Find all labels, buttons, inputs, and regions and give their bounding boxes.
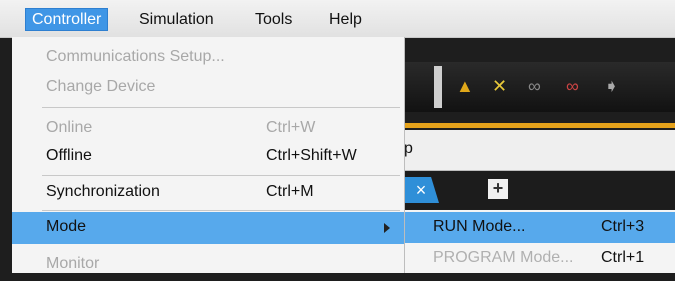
menu-item-change-device[interactable]: Change Device [12, 72, 404, 104]
menu-item-label: Offline [46, 147, 92, 164]
menu-item-shortcut: Ctrl+1 [601, 249, 645, 266]
menu-item-shortcut: Ctrl+Shift+W [266, 147, 357, 164]
tab-strip: × + [400, 171, 675, 209]
menu-bar: Controller Simulation Tools Help [0, 0, 675, 38]
menu-item-label: RUN Mode... [433, 218, 526, 235]
menu-item-label: Change Device [46, 78, 156, 95]
menu-separator [42, 210, 400, 211]
menu-item-shortcut: Ctrl+3 [601, 218, 645, 235]
menu-controller[interactable]: Controller [25, 8, 109, 31]
glasses-icon[interactable]: ∞ [528, 76, 541, 97]
menu-help[interactable]: Help [323, 8, 368, 31]
panel-header: p [400, 130, 675, 171]
step-icon[interactable]: ➧ [604, 76, 619, 97]
warning-icon[interactable]: ▲ [456, 76, 474, 97]
glasses-error-icon[interactable]: ∞ [566, 76, 579, 97]
add-tab-icon[interactable]: + [488, 179, 508, 199]
menu-item-run-mode[interactable]: RUN Mode... Ctrl+3 [405, 212, 675, 243]
menu-item-shortcut: Ctrl+M [266, 183, 314, 200]
menu-item-synchronization[interactable]: Synchronization Ctrl+M [12, 177, 404, 209]
menu-separator [42, 175, 400, 176]
menu-item-communications-setup[interactable]: Communications Setup... [12, 42, 404, 74]
menu-item-offline[interactable]: Offline Ctrl+Shift+W [12, 141, 404, 173]
submenu-arrow-icon [384, 223, 390, 233]
menu-item-label: Monitor [46, 255, 100, 272]
toolbar-separator [434, 66, 442, 108]
menu-item-mode[interactable]: Mode [12, 212, 404, 244]
menu-item-shortcut: Ctrl+W [266, 119, 316, 136]
toolbar: ▲ ✕ ∞ ∞ ➧ [400, 62, 675, 112]
controller-menu: Communications Setup... Change Device On… [12, 37, 405, 273]
menu-item-label: Synchronization [46, 183, 160, 200]
panel-header-text: p [404, 140, 413, 157]
menu-item-label: Mode [46, 218, 87, 235]
wand-icon[interactable]: ✕ [492, 76, 507, 97]
menu-item-label: Online [46, 119, 93, 136]
menu-item-program-mode[interactable]: PROGRAM Mode... Ctrl+1 [405, 243, 675, 274]
accent-bar [400, 123, 675, 128]
mode-submenu: RUN Mode... Ctrl+3 PROGRAM Mode... Ctrl+… [404, 210, 675, 273]
menu-item-monitor[interactable]: Monitor [12, 249, 404, 281]
menu-item-label: PROGRAM Mode... [433, 249, 574, 266]
close-tab-icon[interactable]: × [403, 177, 439, 203]
menu-separator [42, 107, 400, 108]
menu-item-label: Communications Setup... [46, 48, 225, 65]
menu-simulation[interactable]: Simulation [133, 8, 220, 31]
menu-tools[interactable]: Tools [249, 8, 298, 31]
